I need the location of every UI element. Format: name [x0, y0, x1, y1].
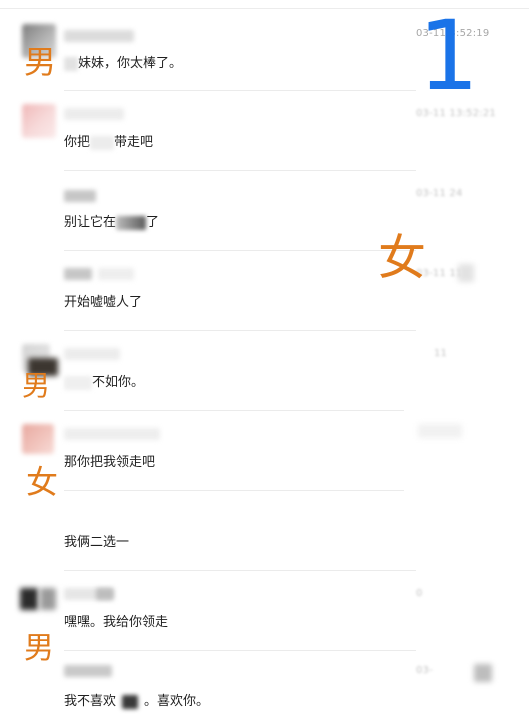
message-text: 妹妹，你太棒了。: [64, 52, 182, 71]
sender-name-redacted: [64, 428, 160, 440]
sender-name-redacted: [64, 30, 134, 42]
message-time: 03-11 24: [416, 188, 463, 199]
redacted-block: [64, 375, 92, 390]
message-text-content: 不如你。: [92, 375, 145, 390]
overlay-number: 1: [418, 0, 480, 112]
message-time: 11: [434, 348, 448, 359]
message-divider: [64, 90, 416, 91]
message-divider: [64, 330, 416, 331]
message-text-before: 我不喜欢: [64, 694, 117, 709]
chat-screenshot: 03-11 3:52:19 妹妹，你太棒了。 03-11 13:52:21 你把…: [0, 0, 529, 723]
sender-name-redacted: [98, 268, 134, 280]
message-divider: [64, 570, 416, 571]
redacted-block: [474, 664, 492, 682]
message-text-before: 别让它在: [64, 215, 117, 230]
gender-label-male: 男: [24, 631, 54, 666]
message-text-after: 。喜欢你。: [144, 694, 210, 709]
sender-name-redacted: [64, 348, 120, 360]
message-text-after: 带走吧: [114, 135, 154, 150]
message-text: 嘿嘿。我给你领走: [64, 615, 169, 630]
message-text: 我不喜欢 。喜欢你。: [64, 690, 209, 709]
message-divider: [64, 410, 404, 411]
message-divider: [64, 250, 416, 251]
gender-label-female: 女: [378, 230, 427, 286]
message-text-after: 了: [146, 215, 160, 230]
redacted-block: [122, 694, 139, 709]
message-text: 不如你。: [64, 371, 144, 390]
avatar-image-redacted: [40, 588, 56, 610]
redacted-block: [64, 56, 78, 71]
message-text: 那你把我领走吧: [64, 455, 156, 470]
message-divider: [64, 650, 416, 651]
sender-name-redacted: [64, 665, 112, 677]
redacted-block: [116, 215, 147, 230]
message-time: 03-: [416, 665, 433, 676]
gender-label-male: 男: [22, 369, 51, 402]
redacted-block: [458, 264, 474, 282]
sender-name-redacted: [64, 108, 124, 120]
message-divider: [64, 490, 404, 491]
message-text-before: 你把: [64, 135, 91, 150]
sender-name-redacted: [96, 588, 114, 600]
redacted-block: [418, 424, 462, 438]
message-text: 开始嘘嘘人了: [64, 295, 143, 310]
message-time: 0: [416, 588, 423, 599]
sender-name-redacted: [64, 190, 96, 202]
message-text: 我俩二选一: [64, 535, 130, 550]
avatar[interactable]: [20, 588, 38, 610]
avatar[interactable]: [22, 104, 56, 138]
message-text: 别让它在 了: [64, 211, 159, 230]
gender-label-female: 女: [26, 463, 59, 501]
message-divider: [64, 170, 416, 171]
message-text-content: 妹妹，你太棒了。: [78, 56, 183, 71]
sender-name-redacted: [64, 268, 92, 280]
gender-label-male: 男: [24, 43, 57, 81]
message-text: 你把 带走吧: [64, 131, 153, 150]
avatar[interactable]: [22, 424, 54, 454]
redacted-block: [90, 135, 115, 150]
